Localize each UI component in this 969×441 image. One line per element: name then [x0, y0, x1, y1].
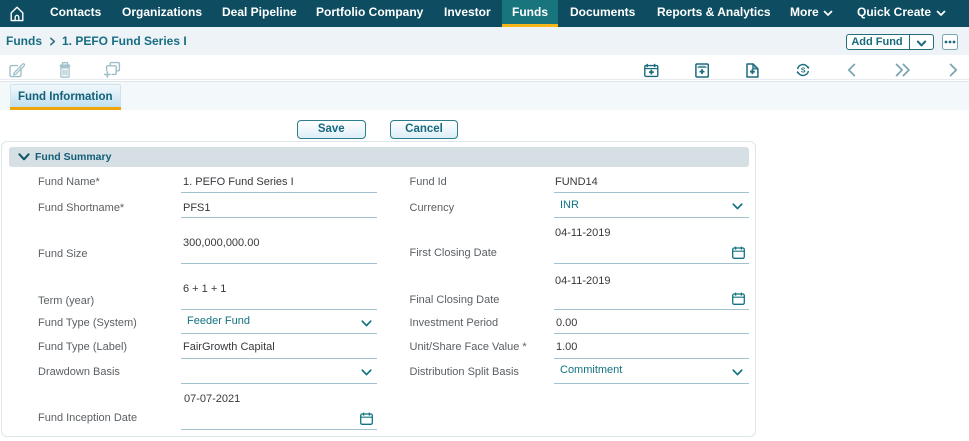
- svg-text:S: S: [801, 65, 806, 74]
